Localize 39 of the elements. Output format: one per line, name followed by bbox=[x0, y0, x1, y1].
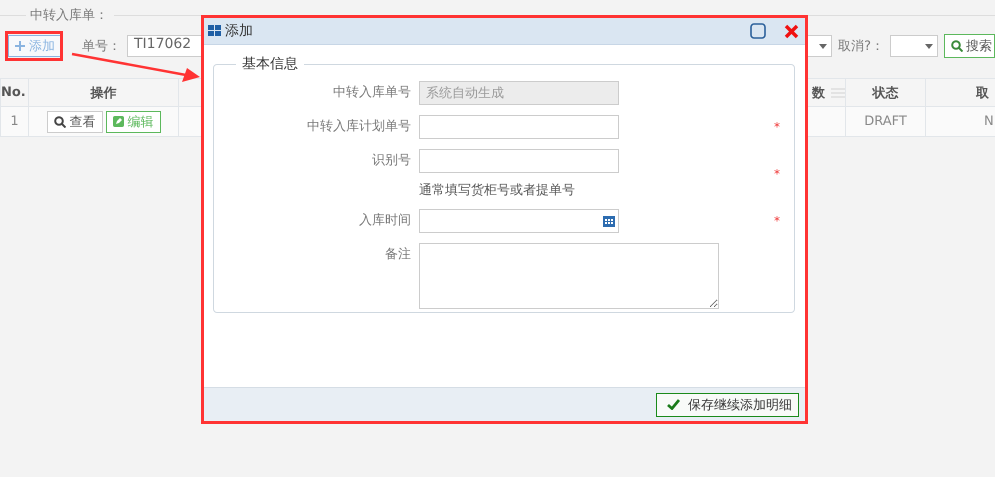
caret-icon[interactable] bbox=[819, 44, 828, 48]
view-button[interactable]: 查看 bbox=[46, 110, 102, 132]
column-header: 操作 bbox=[28, 78, 178, 106]
table-cell: DRAFT bbox=[846, 106, 926, 136]
date-input[interactable] bbox=[419, 209, 619, 233]
table-cell: 1 bbox=[0, 106, 28, 136]
text-input[interactable] bbox=[419, 149, 619, 173]
filter-label: 取消?： bbox=[838, 38, 884, 55]
field-label: 识别号 bbox=[371, 152, 411, 170]
text-input[interactable] bbox=[419, 115, 619, 139]
section-legend: 中转入库单： bbox=[30, 6, 108, 24]
field-label: 中转入库计划单号 bbox=[306, 118, 411, 136]
required-mark: * bbox=[774, 167, 780, 181]
column-header: No. bbox=[0, 78, 28, 106]
save-button[interactable]: 保存继续添加明细 bbox=[656, 392, 799, 416]
filter-label: 单号： bbox=[82, 38, 121, 55]
field-label: 备注 bbox=[384, 246, 411, 264]
maximize-icon[interactable] bbox=[750, 23, 766, 39]
search-icon bbox=[54, 116, 66, 128]
column-header: 数 bbox=[812, 86, 825, 100]
pencil-icon bbox=[112, 116, 124, 127]
highlight-frame bbox=[5, 31, 63, 61]
check-icon bbox=[667, 399, 680, 410]
grid-icon bbox=[208, 25, 221, 37]
group-legend: 基本信息 bbox=[236, 55, 304, 73]
field-label: 入库时间 bbox=[358, 212, 411, 230]
close-icon[interactable] bbox=[784, 24, 799, 38]
required-mark: * bbox=[774, 214, 780, 228]
required-mark: * bbox=[774, 120, 780, 134]
caret-icon[interactable] bbox=[925, 44, 933, 48]
field-hint: 通常填写货柜号或者提单号 bbox=[419, 182, 576, 199]
field-label: 中转入库单号 bbox=[332, 84, 411, 102]
column-header: 状态 bbox=[846, 78, 926, 106]
table-cell: N bbox=[926, 106, 995, 136]
calendar-icon[interactable] bbox=[603, 215, 615, 227]
plus-icon bbox=[15, 41, 25, 51]
column-header: 取 bbox=[926, 78, 995, 106]
search-icon bbox=[951, 40, 963, 52]
search-button[interactable]: 搜索 bbox=[944, 34, 995, 58]
